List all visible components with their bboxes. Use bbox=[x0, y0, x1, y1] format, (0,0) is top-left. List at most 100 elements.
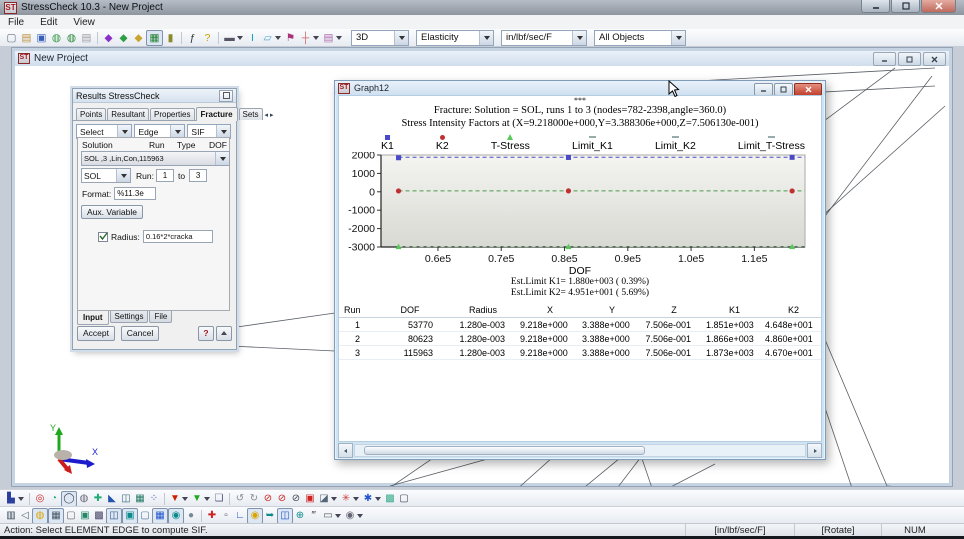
plot-type-icon[interactable]: ▙ bbox=[4, 492, 18, 506]
import-icon[interactable]: ◍ bbox=[49, 31, 64, 45]
points-icon[interactable]: ⁘ bbox=[147, 492, 161, 506]
monitor-icon[interactable]: ▥ bbox=[4, 509, 18, 523]
table-row[interactable]: 2 80623 1.280e-003 9.218e+000 3.388e+000 7.50… bbox=[339, 331, 821, 346]
close-button[interactable] bbox=[921, 0, 956, 13]
grid-icon[interactable]: ▩ bbox=[92, 509, 106, 523]
zoom-window-icon[interactable]: ▦ bbox=[133, 492, 147, 506]
scrollbar-track[interactable] bbox=[354, 444, 806, 457]
dropdown-arrow-icon[interactable] bbox=[335, 513, 341, 518]
back-arrow-icon[interactable]: ◁ bbox=[18, 509, 32, 523]
burst-icon[interactable]: ✳ bbox=[339, 492, 353, 506]
units-combo-dropdown-icon[interactable] bbox=[572, 30, 586, 45]
dimension-combo[interactable]: 3D bbox=[351, 29, 409, 46]
swap-icon[interactable]: ▩ bbox=[383, 492, 397, 506]
teal-box-icon[interactable]: ▣ bbox=[122, 507, 138, 524]
tab-settings[interactable]: Settings bbox=[109, 311, 149, 323]
tab-properties[interactable]: Properties bbox=[150, 108, 195, 120]
table-row[interactable]: 1 53770 1.280e-003 9.218e+000 3.388e+000 7.50… bbox=[339, 317, 821, 332]
material-icon[interactable]: ▮ bbox=[163, 31, 178, 45]
expand-icon[interactable]: ⊕ bbox=[293, 509, 307, 523]
mdi-title-bar[interactable]: ST New Project bbox=[15, 51, 949, 67]
accept-button[interactable]: Accept bbox=[77, 326, 115, 341]
snapshot-icon[interactable]: ▤ bbox=[321, 31, 336, 45]
normal-icon[interactable]: ∟ bbox=[233, 509, 247, 523]
display-options-icon[interactable]: ▦ bbox=[146, 29, 163, 46]
geometry-icon[interactable]: ◆ bbox=[101, 31, 116, 45]
solution-combo[interactable]: SOL ,3 ,Lin,Con,115963 bbox=[81, 151, 230, 166]
dropdown-arrow-icon[interactable] bbox=[331, 496, 337, 501]
scroll-left-button[interactable] bbox=[338, 443, 353, 458]
orbit-left-icon[interactable]: ↺ bbox=[233, 492, 247, 506]
stack-icon[interactable]: ❏ bbox=[212, 492, 226, 506]
globe-icon[interactable]: ◉ bbox=[168, 507, 184, 524]
ellipse-icon[interactable]: ◔ bbox=[47, 492, 61, 506]
mdi-minimize-button[interactable] bbox=[873, 52, 896, 66]
sphere-icon[interactable]: ● bbox=[184, 509, 198, 523]
tab-file[interactable]: File bbox=[149, 311, 173, 323]
open-file-icon[interactable]: ▤ bbox=[19, 31, 34, 45]
frame-icon[interactable]: ◫ bbox=[277, 507, 293, 524]
new-file-icon[interactable]: ▢ bbox=[4, 31, 19, 45]
layers-icon[interactable]: ▱ bbox=[260, 31, 275, 45]
scrollbar-thumb[interactable] bbox=[364, 446, 645, 455]
rotate-view-icon[interactable]: ◣ bbox=[105, 492, 119, 506]
tab-resultant[interactable]: Resultant bbox=[107, 108, 150, 120]
attach-icon[interactable]: ➥ bbox=[263, 509, 277, 523]
orbit-right-icon[interactable]: ↻ bbox=[247, 492, 261, 506]
tab-points[interactable]: Points bbox=[76, 108, 107, 120]
mdi-restore-button[interactable] bbox=[898, 52, 921, 66]
minimize-button[interactable] bbox=[861, 0, 890, 13]
results-dialog-title-bar[interactable]: Results StressCheck bbox=[73, 89, 236, 103]
mdi-close-button[interactable] bbox=[923, 52, 946, 66]
export-icon[interactable]: ◍ bbox=[64, 31, 79, 45]
table-row[interactable]: 3 115963 1.280e-003 9.218e+000 3.388e+000 7.5… bbox=[339, 345, 821, 360]
tab-sets[interactable]: Sets bbox=[238, 108, 263, 120]
pan-icon[interactable]: ◫ bbox=[119, 492, 133, 506]
units-combo[interactable]: in/lbf/sec/F bbox=[501, 29, 587, 46]
panel-icon[interactable]: ◫ bbox=[106, 507, 122, 524]
solution-combo-dropdown-icon[interactable] bbox=[215, 152, 229, 165]
dropdown-arrow-icon[interactable] bbox=[275, 35, 281, 40]
save-icon[interactable]: ▣ bbox=[34, 31, 49, 45]
move-icon[interactable]: ✚ bbox=[91, 492, 105, 506]
dropdown-arrow-icon[interactable] bbox=[182, 496, 188, 501]
dropdown-arrow-icon[interactable] bbox=[375, 496, 381, 501]
mesh-icon[interactable]: ◆ bbox=[116, 31, 131, 45]
formula-icon[interactable]: ƒ bbox=[185, 31, 200, 45]
solution-name-combo[interactable]: SOL bbox=[81, 168, 131, 183]
print-icon[interactable]: ▤ bbox=[79, 31, 94, 45]
dims-icon[interactable]: ‴ bbox=[307, 509, 321, 523]
format-field[interactable]: %11.3e bbox=[114, 187, 157, 200]
red-marker-icon[interactable]: ▼ bbox=[168, 492, 182, 506]
section-icon[interactable]: I bbox=[245, 31, 260, 45]
display-combo-icon[interactable]: ▭ bbox=[321, 509, 335, 523]
exclude-red2-icon[interactable]: ⊘ bbox=[275, 492, 289, 506]
help-button[interactable]: ? bbox=[198, 326, 214, 341]
title-bar[interactable]: ST StressCheck 10.3 - New Project bbox=[0, 0, 964, 16]
small-square-icon[interactable]: ▫ bbox=[219, 509, 233, 523]
shade-icon[interactable]: ◪ bbox=[317, 492, 331, 506]
analysis-type-combo[interactable]: Elasticity bbox=[416, 29, 494, 46]
axis-icon[interactable]: ┼ bbox=[298, 31, 313, 45]
analysis-type-combo-dropdown-icon[interactable] bbox=[479, 30, 493, 45]
exclude-red1-icon[interactable]: ⊘ bbox=[261, 492, 275, 506]
dropdown-arrow-icon[interactable] bbox=[336, 35, 342, 40]
about-icon[interactable]: ◉ bbox=[343, 509, 357, 523]
doc-icon[interactable]: ▢ bbox=[138, 509, 152, 523]
page-icon[interactable]: ▢ bbox=[64, 509, 78, 523]
disc-icon[interactable]: ◍ bbox=[77, 492, 91, 506]
dropdown-arrow-icon[interactable] bbox=[237, 35, 243, 40]
circle-select-icon[interactable]: ◯ bbox=[61, 490, 77, 507]
menu-file[interactable]: File bbox=[0, 17, 32, 28]
menu-view[interactable]: View bbox=[65, 17, 103, 28]
copy-icon[interactable]: ▣ bbox=[78, 509, 92, 523]
results-dialog-close-button[interactable] bbox=[219, 89, 233, 102]
tab-input[interactable]: Input bbox=[77, 311, 109, 325]
graph-title-bar[interactable]: ST Graph12 bbox=[335, 81, 825, 96]
solid-view-icon[interactable]: ▬ bbox=[222, 31, 237, 45]
attributes-icon[interactable]: ◆ bbox=[131, 31, 146, 45]
settings-icon[interactable]: ✱ bbox=[361, 492, 375, 506]
scroll-right-button[interactable] bbox=[807, 443, 822, 458]
radius-field[interactable]: 0.16*2*cracka bbox=[142, 230, 213, 243]
flag-icon[interactable]: ⚑ bbox=[283, 31, 298, 45]
